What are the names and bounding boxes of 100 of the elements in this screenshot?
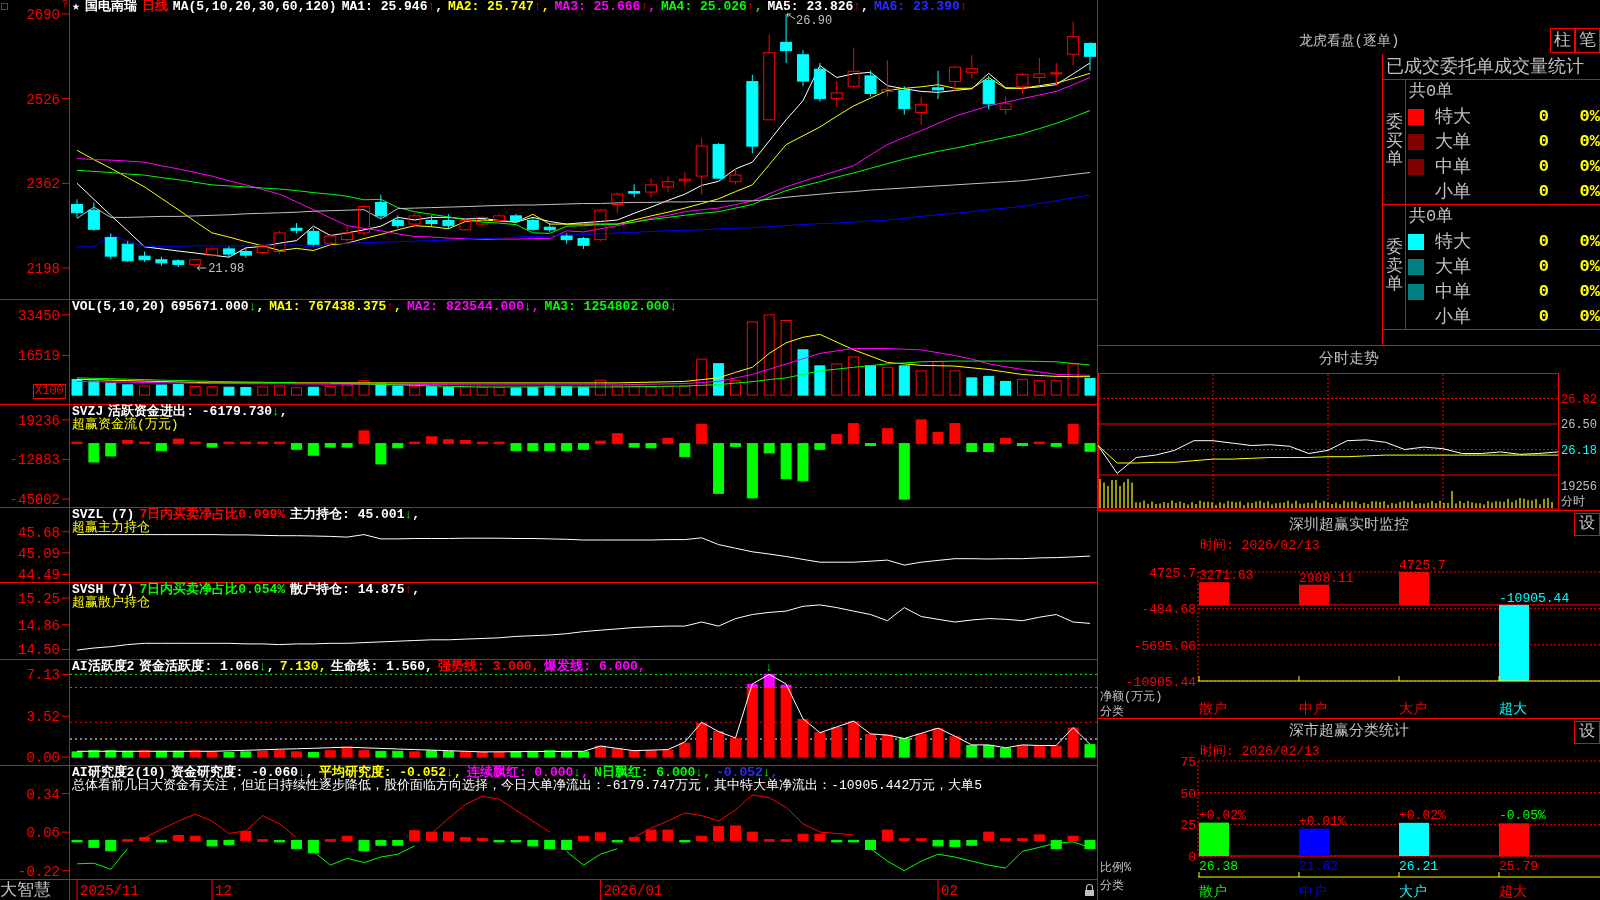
axis-tick-label: 0 [1188, 850, 1196, 865]
separator-text: , [412, 508, 421, 521]
axis-tick-label: 3.52 [26, 709, 60, 726]
header-text: 连续飘红: 0.000 [466, 766, 574, 779]
order-size-label: 特大 [1435, 106, 1471, 127]
order-size-label: 小单 [1435, 306, 1471, 327]
header-text: MA4: 25.026 [661, 0, 747, 13]
axis-tick-label: -484.68 [1141, 602, 1196, 618]
header-text: SVZJ [72, 405, 104, 418]
axis-tick-label: 2690 [26, 6, 60, 23]
header-text: ★ [72, 0, 80, 13]
order-share: 0% [1579, 256, 1600, 277]
trend-arrow: ↓ [695, 766, 704, 779]
axis-tick-label: 16519 [18, 348, 60, 365]
axis-tick-label: 33450 [18, 307, 60, 324]
trend-arrow: ↑ [386, 300, 395, 313]
trend-arrow: ↓ [573, 766, 582, 779]
category-label: 散户 [1199, 884, 1227, 900]
separator-text: , [581, 766, 589, 779]
header-text: 强势线: 3.000, [437, 660, 540, 673]
separator-text: , [435, 0, 444, 13]
indicator-subtitle: 超赢资金流(万元) [72, 418, 179, 431]
header-text: 资金研究度: -0.060 [170, 766, 299, 779]
header-text: 695671.000 [170, 300, 249, 313]
chart-title: 深市超赢分类统计 [1289, 723, 1409, 740]
chart-title: 分时走势 [1319, 351, 1379, 368]
signal-arrow: ↓ [765, 661, 773, 675]
indicator-subtitle: 超赢主力持仓 [72, 521, 150, 534]
separator-text: , [861, 0, 869, 13]
category-label: 大户 [1399, 884, 1427, 900]
axis-tick-label: 0.34 [26, 786, 60, 803]
trend-arrow: ↓ [446, 766, 454, 779]
trend-arrow: ↓ [259, 660, 267, 673]
axis-tick-label: 26.50 [1561, 418, 1597, 432]
order-total: 共0单 [1409, 82, 1454, 102]
trend-arrow: ↓ [404, 508, 413, 521]
axis-tick-label: 14.50 [18, 642, 60, 659]
axis-tick-label: 26.18 [1561, 443, 1597, 458]
trend-arrow: ↓ [669, 300, 678, 313]
date-label: 2026/01 [603, 883, 663, 899]
order-share: 0% [1579, 231, 1600, 252]
date-label: 02 [941, 883, 958, 899]
order-share: 0% [1579, 156, 1600, 177]
value-label: -10905.44 [1499, 590, 1570, 606]
period-label: 分时 [1561, 495, 1585, 509]
separator-text: , [394, 300, 402, 313]
axis-tick-label: 75 [1180, 755, 1196, 770]
chart-subtitle: 时间: 2026/02/13 [1200, 538, 1320, 553]
header-text: MA(5,10,20,30,60,120) [172, 0, 337, 13]
price-annotation: 21.98 [208, 262, 245, 276]
separator-text: , [279, 405, 288, 418]
order-size-label: 中单 [1435, 281, 1471, 302]
trend-arrow: ↓ [248, 300, 257, 313]
order-size-label: 大单 [1435, 131, 1471, 152]
order-size-label: 中单 [1435, 156, 1471, 177]
header-text: 生命线: 1.560, [331, 660, 433, 673]
category-label: 中户 [1299, 884, 1327, 900]
panel-title: 龙虎看盘(逐单) [1298, 33, 1400, 49]
header-text: -0.052 [716, 766, 763, 779]
separator-text: , [648, 0, 656, 13]
value-label: 25.79 [1499, 859, 1538, 874]
axis-tick-label: 0.00 [26, 750, 60, 766]
axis-tick-label: 0.06 [26, 825, 60, 842]
axis-tick-label: -12883 [9, 452, 60, 469]
change-label: +0.01% [1299, 813, 1346, 829]
date-label: 12 [215, 883, 232, 899]
order-count: 0 [1538, 306, 1549, 327]
change-label: +0.02% [1399, 807, 1446, 823]
header-text: MA3: 1254802.000 [544, 300, 670, 313]
separator-text: , [531, 300, 540, 313]
table-header: 已成交委托单成交量统计 [1386, 56, 1584, 77]
separator-text: , [453, 766, 462, 779]
group-label: 委卖单 [1385, 238, 1403, 296]
header-text: MA6: 23.390 [873, 0, 960, 13]
category-label: 中户 [1299, 701, 1327, 717]
price-annotation: 26.90 [796, 13, 833, 28]
indicator-subtitle: 超赢散户持仓 [72, 596, 150, 609]
separator-text: , [266, 660, 275, 673]
separator-text: , [703, 766, 711, 779]
order-count: 0 [1538, 131, 1549, 152]
axis-tick-label: 2362 [26, 176, 60, 193]
category-label: 散户 [1199, 701, 1227, 717]
chart-subtitle: 时间: 2026/02/13 [1200, 744, 1320, 759]
axis-tick-label: 2198 [26, 261, 60, 277]
order-size-label: 小单 [1435, 181, 1471, 202]
order-share: 0% [1579, 306, 1600, 327]
value-label: 2908.11 [1299, 570, 1354, 586]
date-label: 2025/11 [80, 883, 139, 899]
order-count: 0 [1538, 156, 1549, 177]
unit-label: X100 [33, 384, 66, 399]
header-text: MA1: 767438.375 [269, 300, 387, 313]
value-label: 26.21 [1399, 859, 1438, 874]
axis-tick-label: 45.68 [18, 524, 60, 541]
value-label: 26.38 [1199, 859, 1238, 874]
value-label: 21.62 [1299, 859, 1338, 874]
category-label: 大户 [1399, 701, 1427, 717]
axis-tick-label: 4725.7 [1149, 566, 1196, 581]
change-label: +0.02% [1199, 807, 1246, 823]
value-label: 4725.7 [1399, 558, 1446, 573]
separator-text: , [305, 766, 314, 779]
